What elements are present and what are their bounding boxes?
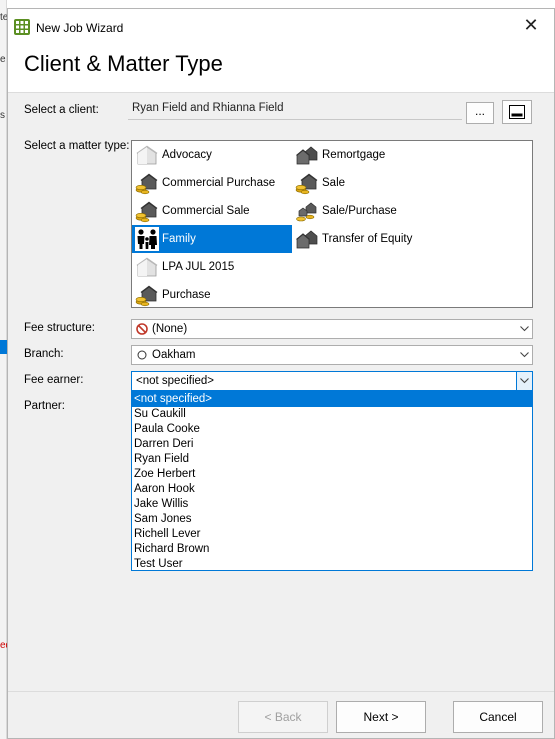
circle-icon [137,350,147,360]
background-text: te [0,12,7,23]
matter-type-label-text: Advocacy [162,149,212,161]
dropdown-option[interactable]: Su Caukill [132,407,532,422]
branch-select[interactable]: Oakham [131,345,533,365]
matter-type-label-text: Remortgage [322,149,386,161]
page-title: Client & Matter Type [24,51,223,76]
dropdown-option-selected[interactable]: <not specified> [132,392,532,407]
background-text: e [0,54,6,65]
dropdown-option[interactable]: Richard Brown [132,542,532,557]
close-icon: ✕ [523,14,539,35]
branch-value: Oakham [152,349,196,361]
dropdown-option[interactable]: Ryan Field [132,452,532,467]
fee-earner-label: Fee earner: [24,374,84,386]
matter-type-label-text: Sale/Purchase [322,205,397,217]
houses-coins-icon [295,199,319,223]
new-job-wizard-dialog: New Job Wizard ✕ Client & Matter Type Se… [7,8,555,739]
matter-type-item[interactable]: Sale [292,169,452,197]
fee-earner-select[interactable]: <not specified> [131,371,533,391]
house-coins-icon [295,171,319,195]
no-entry-icon [136,323,148,335]
matter-type-item[interactable]: Sale/Purchase [292,197,452,225]
dropdown-option[interactable]: Darren Deri [132,437,532,452]
matter-type-label-text: Commercial Sale [162,205,250,217]
matter-type-list: Advocacy Remortgage Commercial Purchase … [131,140,533,308]
matter-type-item[interactable]: Advocacy [132,141,292,169]
plain-house-icon [135,143,159,167]
contact-card-icon [509,105,525,119]
house-coins-icon [135,171,159,195]
wizard-header: Client & Matter Type [8,41,554,93]
fee-earner-dropdown-list: <not specified> Su Caukill Paula Cooke D… [131,391,533,571]
matter-type-label-text: Transfer of Equity [322,233,413,245]
next-button[interactable]: Next > [336,701,426,733]
matter-type-label-text: Family [162,233,196,245]
matter-type-item[interactable]: Purchase [132,281,292,309]
two-houses-icon [295,143,319,167]
background-window-edge: te e s ed [0,0,7,739]
matter-type-item[interactable]: LPA JUL 2015 [132,253,292,281]
family-icon [135,227,159,251]
chevron-down-icon [516,372,532,390]
matter-type-label: Select a matter type: [24,140,130,152]
branch-label: Branch: [24,348,64,360]
fee-structure-label: Fee structure: [24,322,95,334]
client-details-button[interactable] [502,100,532,124]
cancel-button[interactable]: Cancel [453,701,543,733]
dropdown-option[interactable]: Zoe Herbert [132,467,532,482]
partner-label: Partner: [24,400,65,412]
house-coins-icon [135,283,159,307]
fee-earner-value: <not specified> [136,375,215,387]
fee-structure-select[interactable]: (None) [131,319,533,339]
matter-type-label-text: Sale [322,177,346,189]
browse-client-button[interactable]: ... [466,102,494,124]
matter-type-item[interactable]: Remortgage [292,141,452,169]
wizard-footer: < Back Next > Cancel [8,691,554,738]
two-houses-icon [295,227,319,251]
dropdown-option[interactable]: Richell Lever [132,527,532,542]
matter-type-label-text: LPA JUL 2015 [162,261,235,273]
dropdown-option[interactable]: Test User [132,557,532,572]
dropdown-option[interactable]: Aaron Hook [132,482,532,497]
matter-type-label-text: Purchase [162,289,211,301]
dropdown-option[interactable]: Paula Cooke [132,422,532,437]
background-text: s [0,110,5,121]
client-field: Ryan Field and Rhianna Field [128,100,462,120]
client-label: Select a client: [24,104,99,116]
matter-type-item[interactable]: Commercial Sale [132,197,292,225]
app-icon [14,19,30,35]
dropdown-option[interactable]: Jake Willis [132,497,532,512]
dropdown-option[interactable]: Sam Jones [132,512,532,527]
window-title: New Job Wizard [36,21,124,35]
house-coins-icon [135,199,159,223]
fee-structure-value: (None) [152,323,188,335]
back-button[interactable]: < Back [238,701,328,733]
matter-type-item[interactable]: Transfer of Equity [292,225,452,253]
chevron-down-icon [516,346,532,364]
background-text: ed [0,640,7,651]
chevron-down-icon [516,320,532,338]
plain-house-icon [135,255,159,279]
background-selection [0,340,7,354]
matter-type-label-text: Commercial Purchase [162,177,276,189]
close-button[interactable]: ✕ [508,9,554,41]
matter-type-item[interactable]: Commercial Purchase [132,169,292,197]
matter-type-item-selected[interactable]: Family [132,225,292,253]
title-bar: New Job Wizard ✕ [8,9,554,41]
